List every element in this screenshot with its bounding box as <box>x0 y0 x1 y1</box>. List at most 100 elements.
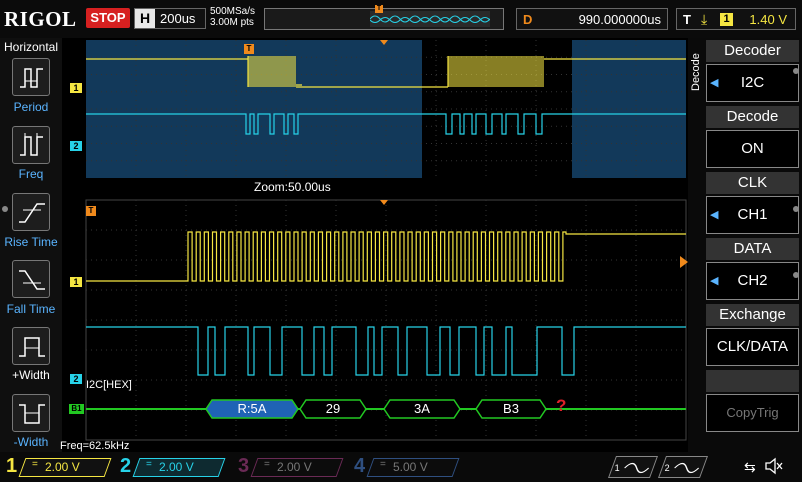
copytrig-value: CopyTrig <box>726 405 779 420</box>
memory-trigger-marker: T <box>375 5 383 13</box>
decoder-value: I2C <box>740 74 765 91</box>
clk-value-box[interactable]: ◀ CH1 <box>706 196 799 234</box>
decode-value: ON <box>741 140 764 157</box>
decode-error-marker: ? <box>556 396 567 415</box>
frequency-button[interactable] <box>12 126 50 164</box>
decode-menu-title: Decode <box>690 53 702 91</box>
measurement-menu-title: Horizontal <box>3 40 59 54</box>
trigger-badge: T <box>683 12 691 27</box>
memory-depth: 3.00M pts <box>210 17 254 28</box>
trigger-level: 1.40 V <box>749 12 787 27</box>
negative-width-button[interactable] <box>12 394 50 432</box>
rigol-logo: RIGOL <box>4 7 77 31</box>
sine-wave-icon <box>624 462 650 474</box>
left-arrow-icon: ◀ <box>710 209 719 221</box>
decode-menu: Decode Decoder ◀ I2C Decode ON CLK ◀ CH1 D… <box>688 38 802 452</box>
clk-value: CH1 <box>737 206 768 223</box>
softkey-dot <box>793 206 799 212</box>
decoder-softkey[interactable]: Decoder ◀ I2C <box>706 40 799 102</box>
copytrig-value-box[interactable]: CopyTrig <box>706 394 799 432</box>
decoder-header: Decoder <box>706 40 799 62</box>
timebase-value: 200us <box>160 11 196 26</box>
generator-2-label: 2 <box>664 463 670 473</box>
memory-waveform-preview <box>369 15 491 23</box>
clk-header: CLK <box>706 172 799 194</box>
data-softkey[interactable]: DATA ◀ CH2 <box>706 238 799 300</box>
timebase-control[interactable]: H 200us <box>134 8 206 29</box>
trigger-control[interactable]: T ⤓ 1 1.40 V <box>676 8 796 30</box>
period-button[interactable] <box>12 58 50 96</box>
rise-time-button[interactable] <box>12 193 50 231</box>
ch2-marker-zoom[interactable]: 2 <box>70 374 82 384</box>
data-header: DATA <box>706 238 799 260</box>
exchange-header: Exchange <box>706 304 799 326</box>
data-value-box[interactable]: ◀ CH2 <box>706 262 799 300</box>
generator-1-button[interactable]: 1 <box>607 456 659 478</box>
decode-value-box[interactable]: ON <box>706 130 799 168</box>
packet-label: B3 <box>503 401 519 416</box>
ch2-marker-main[interactable]: 2 <box>70 141 82 151</box>
top-status-bar: RIGOL STOP H 200us 500MSa/s 3.00M pts T … <box>0 0 802 38</box>
bus-label: I2C[HEX] <box>86 379 132 391</box>
rise-time-label: Rise Time <box>4 235 58 249</box>
decode-onoff-softkey[interactable]: Decode ON <box>706 106 799 168</box>
fall-time-button[interactable] <box>12 260 50 298</box>
clk-softkey[interactable]: CLK ◀ CH1 <box>706 172 799 234</box>
channel-3-coupling: = <box>264 459 270 470</box>
ch1-marker-main[interactable]: 1 <box>70 83 82 93</box>
memory-overview-strip[interactable]: T <box>264 5 504 30</box>
softkey-dot <box>793 272 799 278</box>
measurement-menu: Horizontal Period Freq Rise Time Fall Ti… <box>0 38 62 452</box>
memory-view-window <box>369 11 491 27</box>
main-trigger-marker: T <box>244 44 254 54</box>
exchange-value-box[interactable]: CLK/DATA <box>706 328 799 366</box>
positive-width-icon <box>19 337 45 357</box>
packet-label: 29 <box>325 401 341 416</box>
ch1-marker-zoom[interactable]: 1 <box>70 277 82 287</box>
exchange-softkey[interactable]: Exchange CLK/DATA <box>706 304 799 366</box>
generator-2-button[interactable]: 2 <box>657 456 709 478</box>
rise-time-icon <box>19 203 45 223</box>
delay-badge: D <box>523 12 533 27</box>
copytrig-header <box>706 370 799 392</box>
waveform-canvas <box>85 40 688 441</box>
channel-2-number: 2 <box>120 455 132 477</box>
timebase-badge: H <box>135 9 155 28</box>
channel-status-bar: 1 2.00 V = 2 2.00 V = 3 2.00 V = 4 5.00 … <box>0 452 802 482</box>
data-value: CH2 <box>737 272 768 289</box>
ch1-burst <box>248 56 296 87</box>
usb-icon: ⇆ <box>744 459 756 475</box>
negative-width-icon <box>19 404 45 424</box>
packet-label: R:5A <box>237 401 267 416</box>
fall-time-icon <box>19 270 45 290</box>
trigger-edge-icon: ⤓ <box>701 11 708 27</box>
generator-1-label: 1 <box>614 463 620 473</box>
positive-width-button[interactable] <box>12 327 50 365</box>
positive-width-label: +Width <box>12 368 50 382</box>
delay-control[interactable]: D 990.000000us <box>516 8 668 30</box>
packet-label: 3A <box>414 401 430 416</box>
bus-marker[interactable]: B1 <box>69 404 84 414</box>
softkey-dot <box>2 206 8 212</box>
decoder-value-box[interactable]: ◀ I2C <box>706 64 799 102</box>
channel-3-number: 3 <box>238 455 250 477</box>
sine-wave-icon <box>674 462 700 474</box>
exchange-value: CLK/DATA <box>716 338 789 355</box>
negative-width-label: -Width <box>13 435 49 449</box>
zoom-timebase-label: Zoom:50.00us <box>254 180 331 194</box>
run-stop-button[interactable]: STOP <box>86 8 130 28</box>
fall-time-label: Fall Time <box>6 302 56 316</box>
left-arrow-icon: ◀ <box>710 77 719 89</box>
left-arrow-icon: ◀ <box>710 275 719 287</box>
frequency-icon <box>20 133 43 156</box>
channel-4-number: 4 <box>354 455 366 477</box>
period-label: Period <box>13 100 49 114</box>
trigger-source: 1 <box>720 13 733 26</box>
channel-2-coupling: = <box>146 459 152 470</box>
frequency-readout: Freq=62.5kHz <box>60 440 130 452</box>
waveform-display[interactable]: T 1 2 T 1 2 B1 T Zoom:50.00us I2C[HEX] ?… <box>60 38 700 452</box>
speaker-muted-icon[interactable] <box>764 457 784 475</box>
channel-1-coupling: = <box>32 459 38 470</box>
copytrig-softkey[interactable]: CopyTrig <box>706 370 799 432</box>
channel-4-coupling: = <box>380 459 386 470</box>
